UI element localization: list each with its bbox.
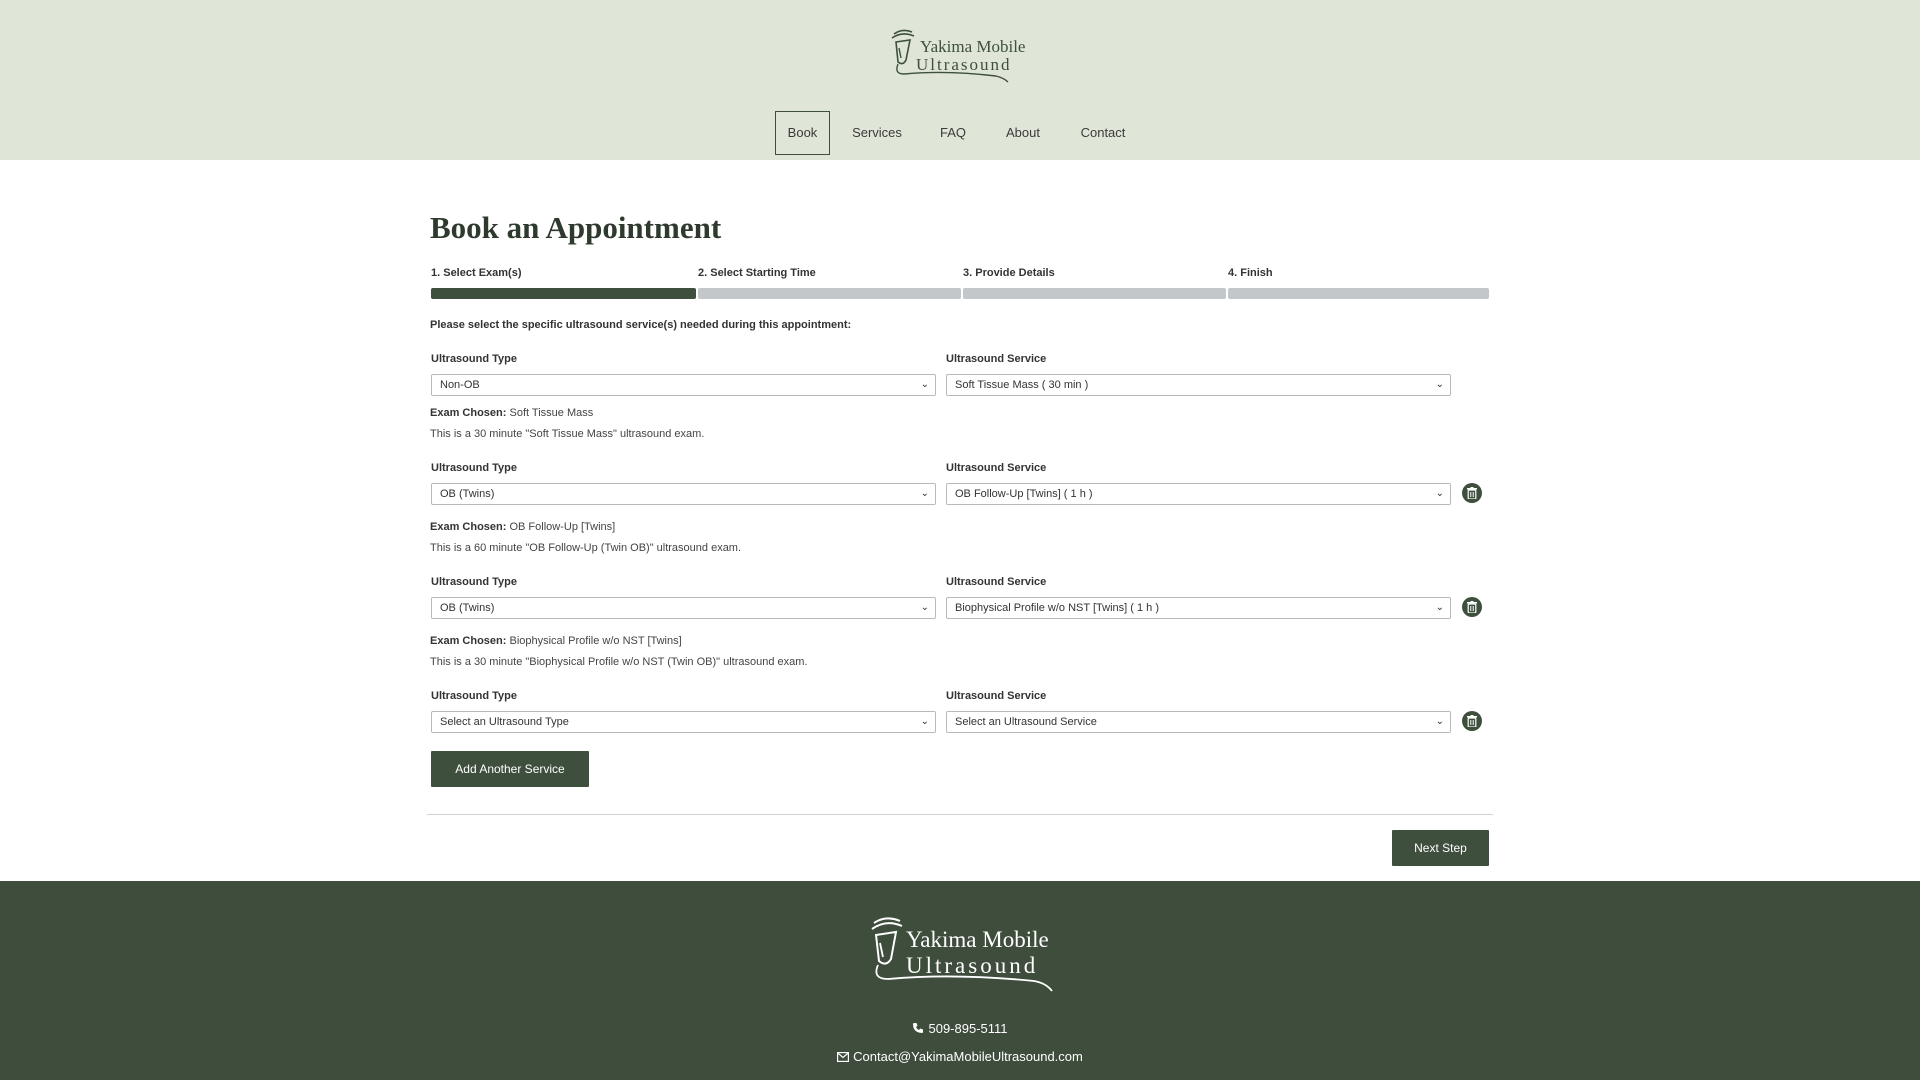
nav-contact[interactable]: Contact [1075, 111, 1131, 155]
site-footer: Yakima Mobile Ultrasound 509-895-5111 Co… [0, 881, 1920, 1080]
phone-icon [912, 1022, 924, 1037]
ultrasound-service-select-2[interactable]: OB Follow-Up [Twins] ( 1 h ) ⌄ [946, 483, 1451, 505]
chevron-down-icon: ⌄ [920, 602, 929, 613]
selected-value: Biophysical Profile w/o NST [Twins] ( 1 … [955, 602, 1159, 614]
nav-services[interactable]: Services [843, 111, 911, 155]
selected-value: OB (Twins) [440, 488, 495, 500]
exam-chosen-label: Exam Chosen: [430, 521, 507, 533]
exam-chosen-value: Soft Tissue Mass [509, 407, 594, 419]
chevron-down-icon: ⌄ [1435, 488, 1444, 499]
chevron-down-icon: ⌄ [920, 488, 929, 499]
footer-logo[interactable]: Yakima Mobile Ultrasound [864, 913, 1064, 1003]
ultrasound-service-label: Ultrasound Service [946, 690, 1047, 702]
exam-chosen-label: Exam Chosen: [430, 635, 507, 647]
footer-logo-text-line2: Ultrasound [906, 953, 1039, 978]
ultrasound-service-select-4[interactable]: Select an Ultrasound Service ⌄ [946, 711, 1451, 733]
chevron-down-icon: ⌄ [1435, 602, 1444, 613]
site-header: Yakima Mobile Ultrasound Book Services F… [0, 0, 1920, 160]
selected-value: OB (Twins) [440, 602, 495, 614]
ultrasound-service-label: Ultrasound Service [946, 576, 1047, 588]
footer-email[interactable]: Contact@YakimaMobileUltrasound.com [0, 1049, 1920, 1065]
exam-chosen-value: Biophysical Profile w/o NST [Twins] [509, 635, 682, 647]
chevron-down-icon: ⌄ [920, 716, 929, 727]
logo-text-line2: Ultrasound [916, 55, 1012, 74]
nav-about[interactable]: About [998, 111, 1048, 155]
exam-chosen-3: Exam Chosen: Biophysical Profile w/o NST… [430, 635, 682, 647]
phone-number: 509-895-5111 [928, 1021, 1008, 1036]
footer-phone[interactable]: 509-895-5111 [0, 1021, 1920, 1037]
step-3-progress-bar [963, 288, 1226, 299]
step-1-progress-bar [431, 288, 696, 299]
ultrasound-type-select-1[interactable]: Non-OB ⌄ [431, 374, 936, 396]
selected-value: OB Follow-Up [Twins] ( 1 h ) [955, 488, 1093, 500]
ultrasound-service-label: Ultrasound Service [946, 353, 1047, 365]
selected-value: Soft Tissue Mass ( 30 min ) [955, 379, 1089, 391]
trash-icon[interactable] [1462, 597, 1482, 617]
ultrasound-type-label: Ultrasound Type [431, 353, 517, 365]
add-service-button[interactable]: Add Another Service [431, 751, 589, 787]
ultrasound-type-select-3[interactable]: OB (Twins) ⌄ [431, 597, 936, 619]
envelope-icon [837, 1050, 850, 1065]
ultrasound-service-label: Ultrasound Service [946, 462, 1047, 474]
exam-chosen-2: Exam Chosen: OB Follow-Up [Twins] [430, 521, 615, 533]
trash-icon[interactable] [1462, 711, 1482, 731]
instruction-text: Please select the specific ultrasound se… [430, 319, 852, 331]
step-4-label: 4. Finish [1228, 267, 1273, 279]
step-4-progress-bar [1228, 288, 1489, 299]
exam-description-3: This is a 30 minute "Biophysical Profile… [430, 656, 808, 668]
main-nav: Book Services FAQ About Contact [0, 111, 1920, 155]
exam-chosen-1: Exam Chosen: Soft Tissue Mass [430, 407, 593, 419]
step-1-label: 1. Select Exam(s) [431, 267, 522, 279]
page-title: Book an Appointment [430, 210, 722, 245]
nav-faq[interactable]: FAQ [936, 111, 970, 155]
nav-book[interactable]: Book [775, 111, 830, 155]
selected-value: Select an Ultrasound Service [955, 716, 1097, 728]
chevron-down-icon: ⌄ [1435, 379, 1444, 390]
selected-value: Non-OB [440, 379, 480, 391]
header-logo[interactable]: Yakima Mobile Ultrasound [886, 26, 1025, 86]
chevron-down-icon: ⌄ [920, 379, 929, 390]
exam-description-1: This is a 30 minute "Soft Tissue Mass" u… [430, 428, 705, 440]
chevron-down-icon: ⌄ [1435, 716, 1444, 727]
step-3-label: 3. Provide Details [963, 267, 1055, 279]
ultrasound-type-select-4[interactable]: Select an Ultrasound Type ⌄ [431, 711, 936, 733]
logo-text-line1: Yakima Mobile [920, 37, 1026, 56]
ultrasound-type-label: Ultrasound Type [431, 690, 517, 702]
selected-value: Select an Ultrasound Type [440, 716, 569, 728]
ultrasound-type-select-2[interactable]: OB (Twins) ⌄ [431, 483, 936, 505]
ultrasound-service-select-3[interactable]: Biophysical Profile w/o NST [Twins] ( 1 … [946, 597, 1451, 619]
next-step-button[interactable]: Next Step [1392, 830, 1489, 866]
ultrasound-service-select-1[interactable]: Soft Tissue Mass ( 30 min ) ⌄ [946, 374, 1451, 396]
step-2-progress-bar [698, 288, 961, 299]
exam-chosen-value: OB Follow-Up [Twins] [509, 521, 616, 533]
ultrasound-type-label: Ultrasound Type [431, 576, 517, 588]
trash-icon[interactable] [1462, 483, 1482, 503]
email-address: Contact@YakimaMobileUltrasound.com [853, 1049, 1083, 1064]
ultrasound-type-label: Ultrasound Type [431, 462, 517, 474]
footer-logo-text-line1: Yakima Mobile [906, 927, 1049, 952]
divider [427, 814, 1493, 815]
exam-description-2: This is a 60 minute "OB Follow-Up (Twin … [430, 542, 742, 554]
step-2-label: 2. Select Starting Time [698, 267, 816, 279]
exam-chosen-label: Exam Chosen: [430, 407, 507, 419]
